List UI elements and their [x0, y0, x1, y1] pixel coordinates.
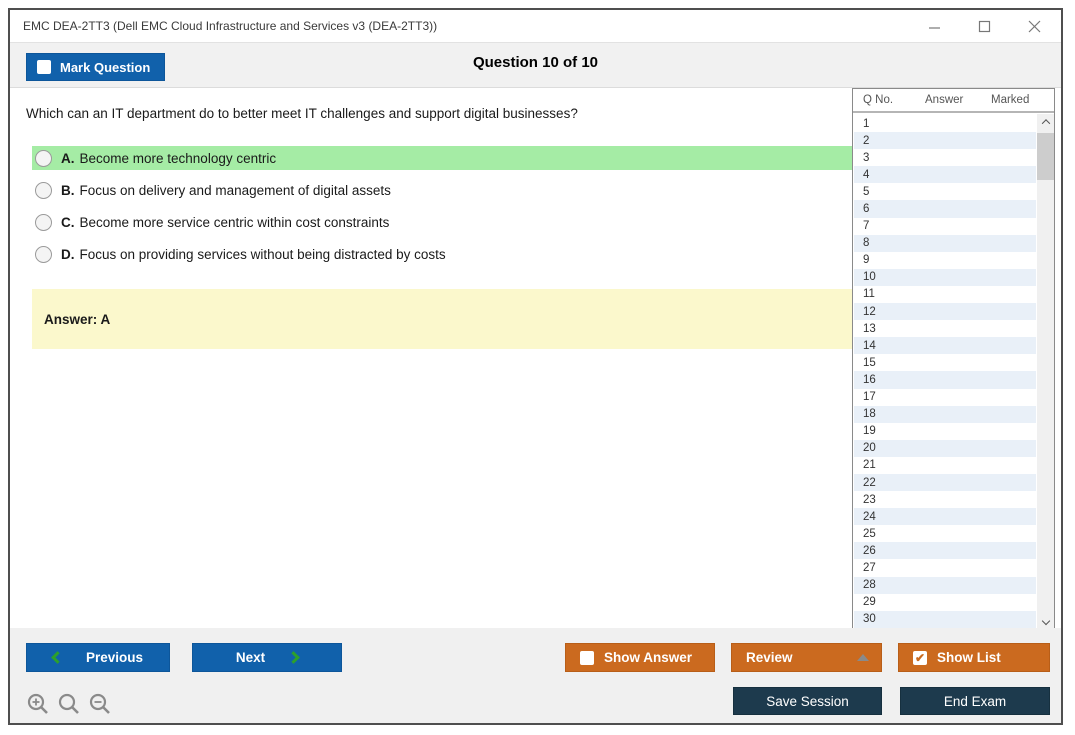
- show-list-label: Show List: [937, 650, 1001, 665]
- main-area: Which can an IT department do to better …: [10, 88, 1061, 631]
- list-row[interactable]: 7: [854, 218, 1036, 235]
- list-row[interactable]: 10: [854, 268, 1036, 286]
- option-letter: D.: [61, 246, 75, 262]
- list-row[interactable]: 25: [854, 525, 1036, 542]
- end-exam-button[interactable]: End Exam: [900, 687, 1050, 715]
- save-session-label: Save Session: [766, 693, 849, 709]
- show-list-button[interactable]: ✔ Show List: [898, 643, 1050, 672]
- radio-icon[interactable]: [35, 181, 52, 199]
- list-row[interactable]: 22: [854, 473, 1036, 492]
- list-row[interactable]: 29: [854, 594, 1036, 611]
- show-answer-button[interactable]: Show Answer: [565, 643, 715, 672]
- scrollbar-thumb[interactable]: [1037, 133, 1054, 180]
- zoom-in-icon[interactable]: [26, 692, 50, 718]
- radio-icon[interactable]: [35, 245, 52, 263]
- scroll-up-button[interactable]: [1037, 114, 1054, 130]
- options-list: A. Become more technology centric B. Focus …: [32, 146, 860, 274]
- option-text: Focus on delivery and management of digi…: [79, 182, 391, 198]
- answer-option-a[interactable]: A. Become more technology centric: [32, 146, 860, 170]
- list-row[interactable]: 20: [854, 439, 1036, 457]
- answer-text: Answer: A: [44, 312, 111, 327]
- chevron-right-icon: [287, 651, 300, 664]
- list-row[interactable]: 3: [854, 149, 1036, 166]
- option-text: Become more technology centric: [79, 150, 277, 166]
- question-text: Which can an IT department do to better …: [26, 106, 578, 121]
- list-row[interactable]: 4: [854, 166, 1036, 184]
- maximize-button[interactable]: [978, 20, 991, 33]
- column-header-qno: Q No.: [863, 94, 894, 106]
- list-row[interactable]: 26: [854, 542, 1036, 560]
- list-row[interactable]: 18: [854, 405, 1036, 423]
- chevron-up-icon: [1041, 119, 1050, 128]
- question-list-header: Q No. Answer Marked: [853, 89, 1054, 113]
- review-label: Review: [746, 650, 793, 665]
- previous-label: Previous: [85, 650, 144, 665]
- save-session-button[interactable]: Save Session: [733, 687, 882, 715]
- list-row[interactable]: 11: [854, 286, 1036, 303]
- answer-option-c[interactable]: C. Become more service centric within cos…: [32, 210, 860, 234]
- radio-icon[interactable]: [35, 149, 52, 167]
- question-list-scrollbar[interactable]: [1037, 114, 1054, 630]
- next-label: Next: [235, 650, 266, 665]
- list-row[interactable]: 14: [854, 337, 1036, 355]
- column-header-marked: Marked: [991, 94, 1030, 106]
- list-row[interactable]: 28: [854, 576, 1036, 594]
- minimize-button[interactable]: [928, 20, 941, 33]
- list-row[interactable]: 5: [854, 183, 1036, 200]
- list-row[interactable]: 19: [854, 423, 1036, 440]
- zoom-reset-icon[interactable]: [57, 692, 81, 718]
- answer-option-d[interactable]: D. Focus on providing services without be…: [32, 242, 860, 266]
- radio-icon[interactable]: [35, 213, 52, 231]
- list-row[interactable]: 27: [854, 559, 1036, 576]
- option-letter: C.: [61, 214, 75, 230]
- next-button[interactable]: Next: [192, 643, 342, 672]
- column-header-answer: Answer: [925, 94, 964, 106]
- list-row[interactable]: 30: [854, 610, 1036, 628]
- dropdown-up-arrow-icon: [857, 654, 869, 661]
- list-row[interactable]: 23: [854, 491, 1036, 508]
- option-letter: A.: [61, 150, 75, 166]
- list-row[interactable]: 24: [854, 508, 1036, 526]
- chevron-down-icon: [1041, 616, 1050, 625]
- list-row[interactable]: 16: [854, 371, 1036, 389]
- close-button[interactable]: [1028, 20, 1041, 33]
- answer-option-b[interactable]: B. Focus on delivery and management of di…: [32, 178, 860, 202]
- previous-button[interactable]: Previous: [26, 643, 170, 672]
- bottom-bar: Previous Next Show Answer Review ✔ Show …: [10, 628, 1061, 723]
- zoom-out-icon[interactable]: [88, 692, 112, 718]
- option-text: Become more service centric within cost …: [79, 214, 390, 230]
- end-exam-label: End Exam: [943, 693, 1007, 709]
- list-row[interactable]: 1: [854, 115, 1036, 132]
- list-row[interactable]: 12: [854, 303, 1036, 321]
- window-title: EMC DEA-2TT3 (Dell EMC Cloud Infrastruct…: [23, 19, 438, 33]
- option-text: Focus on providing services without bein…: [79, 246, 446, 262]
- review-button[interactable]: Review: [731, 643, 882, 672]
- question-list-rows: 1 2 3 4 5 6 7 8 9 10 11 12 13 14 15 16 17 18 19 20 21 22 23 24 2…: [854, 115, 1036, 629]
- zoom-controls: [26, 692, 112, 718]
- answer-box: Answer: A: [32, 289, 860, 349]
- show-answer-label: Show Answer: [604, 650, 693, 665]
- list-row[interactable]: 6: [854, 200, 1036, 218]
- header-band: Mark Question Question 10 of 10: [10, 42, 1061, 88]
- chevron-left-icon: [51, 651, 64, 664]
- list-row[interactable]: 13: [854, 320, 1036, 337]
- list-row[interactable]: 2: [854, 132, 1036, 150]
- show-list-checkbox[interactable]: ✔: [913, 650, 927, 665]
- list-row[interactable]: 15: [854, 354, 1036, 371]
- option-letter: B.: [61, 182, 75, 198]
- app-window: EMC DEA-2TT3 (Dell EMC Cloud Infrastruct…: [8, 8, 1063, 725]
- show-answer-checkbox[interactable]: [580, 650, 594, 665]
- titlebar: EMC DEA-2TT3 (Dell EMC Cloud Infrastruct…: [10, 10, 1061, 42]
- question-list-panel: Q No. Answer Marked 1 2 3 4 5 6 7 8 9 10 11 12 13 14 1…: [852, 88, 1055, 631]
- question-counter: Question 10 of 10: [472, 54, 599, 71]
- list-row[interactable]: 8: [854, 234, 1036, 252]
- list-row[interactable]: 21: [854, 457, 1036, 474]
- list-row[interactable]: 17: [854, 389, 1036, 406]
- list-row[interactable]: 9: [854, 252, 1036, 269]
